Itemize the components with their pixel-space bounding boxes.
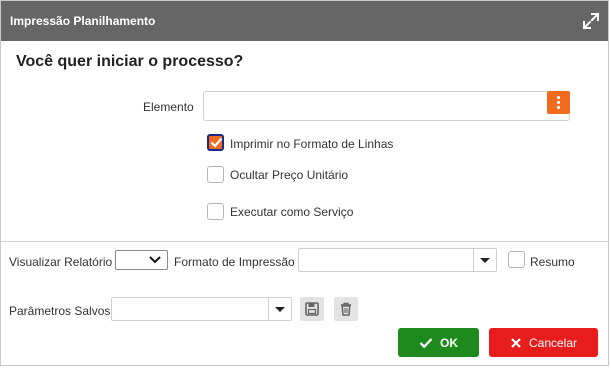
checkbox-label-executar: Executar como Serviço	[230, 205, 354, 219]
dialog-question: Você quer iniciar o processo?	[16, 53, 244, 70]
resumo-checkbox[interactable]	[508, 251, 525, 268]
save-parameters-button[interactable]	[300, 297, 324, 321]
formato-impressao-combo[interactable]	[298, 248, 497, 272]
kebab-menu-icon[interactable]	[547, 91, 570, 114]
parametros-salvos-combo[interactable]	[111, 297, 292, 321]
visualizar-relatorio-label: Visualizar Relatório	[9, 255, 113, 269]
caret-down-icon	[275, 307, 285, 312]
ok-button-label: OK	[440, 335, 458, 350]
dropdown-arrow[interactable]	[268, 298, 291, 320]
caret-down-icon	[480, 258, 490, 263]
visualizar-relatorio-select[interactable]	[115, 250, 168, 270]
ok-button[interactable]: OK	[398, 328, 479, 357]
check-icon	[210, 137, 223, 148]
check-icon	[419, 337, 433, 348]
checkbox-label-ocultar: Ocultar Preço Unitário	[230, 168, 349, 182]
chevron-down-icon	[149, 256, 161, 264]
checkbox-label-imprimir: Imprimir no Formato de Linhas	[230, 137, 394, 151]
formato-impressao-label: Formato de Impressão	[174, 255, 295, 269]
title-bar: Impressão Planilhamento	[1, 1, 608, 41]
trash-icon	[341, 302, 351, 316]
checkbox-executar-servico[interactable]	[207, 203, 224, 220]
resumo-label: Resumo	[530, 255, 575, 269]
x-icon	[511, 337, 521, 348]
print-dialog: Impressão Planilhamento Você quer inicia…	[0, 0, 609, 366]
checkbox-ocultar-preco[interactable]	[207, 166, 224, 183]
checkbox-imprimir-formato-linhas[interactable]	[207, 134, 224, 151]
floppy-disk-icon	[305, 302, 319, 316]
elemento-input[interactable]	[203, 91, 570, 121]
divider	[1, 241, 608, 242]
cancel-button-label: Cancelar	[528, 335, 578, 350]
elemento-label: Elemento	[143, 100, 194, 114]
cancel-button[interactable]: Cancelar	[489, 328, 598, 357]
dropdown-arrow[interactable]	[473, 249, 496, 271]
parametros-salvos-label: Parâmetros Salvos	[9, 304, 111, 318]
expand-icon[interactable]	[582, 12, 600, 30]
window-title: Impressão Planilhamento	[10, 14, 156, 28]
delete-parameters-button[interactable]	[334, 297, 358, 321]
